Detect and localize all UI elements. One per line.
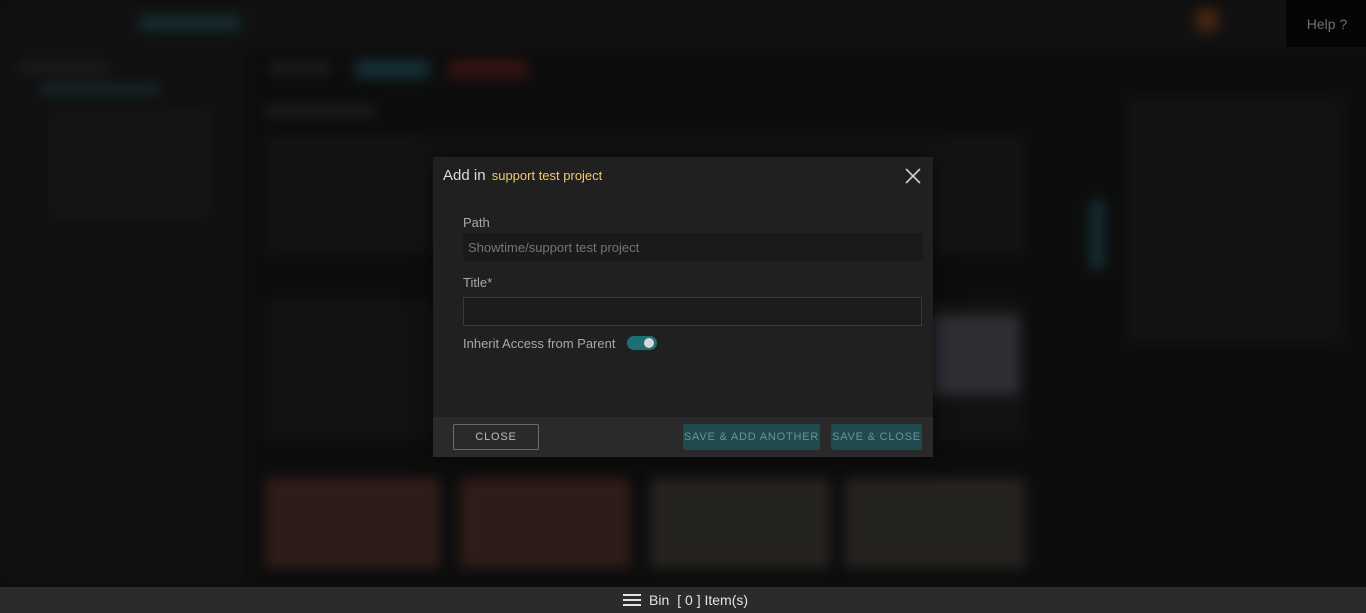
bin-toggle[interactable]: Bin [ 0 ] Item(s) bbox=[623, 587, 748, 613]
close-icon[interactable] bbox=[903, 166, 923, 186]
dialog-title: Add in support test project bbox=[443, 167, 602, 184]
bin-label: Bin bbox=[649, 592, 670, 608]
dialog-header: Add in support test project bbox=[433, 157, 933, 195]
title-input[interactable] bbox=[463, 297, 922, 326]
close-button[interactable]: CLOSE bbox=[453, 424, 539, 450]
inherit-access-label: Inherit Access from Parent bbox=[463, 336, 616, 351]
path-field[interactable] bbox=[463, 233, 923, 261]
dialog-project-name: support test project bbox=[491, 168, 603, 183]
save-and-close-button[interactable]: SAVE & CLOSE bbox=[831, 424, 922, 450]
path-label: Path bbox=[463, 215, 490, 230]
dialog-title-prefix: Add in bbox=[443, 167, 486, 184]
bin-bar: Bin [ 0 ] Item(s) bbox=[0, 587, 1366, 613]
dialog-footer: CLOSE SAVE & ADD ANOTHER SAVE & CLOSE bbox=[433, 417, 933, 457]
save-and-add-another-button[interactable]: SAVE & ADD ANOTHER bbox=[683, 424, 820, 450]
add-item-dialog: Add in support test project Path Title* … bbox=[433, 157, 933, 457]
help-button[interactable]: Help ? bbox=[1286, 0, 1366, 47]
bin-item-count: [ 0 ] Item(s) bbox=[677, 592, 749, 608]
hamburger-icon[interactable] bbox=[623, 594, 641, 606]
toggle-knob bbox=[644, 338, 654, 348]
title-label: Title* bbox=[463, 275, 493, 290]
inherit-access-toggle[interactable] bbox=[627, 336, 657, 350]
